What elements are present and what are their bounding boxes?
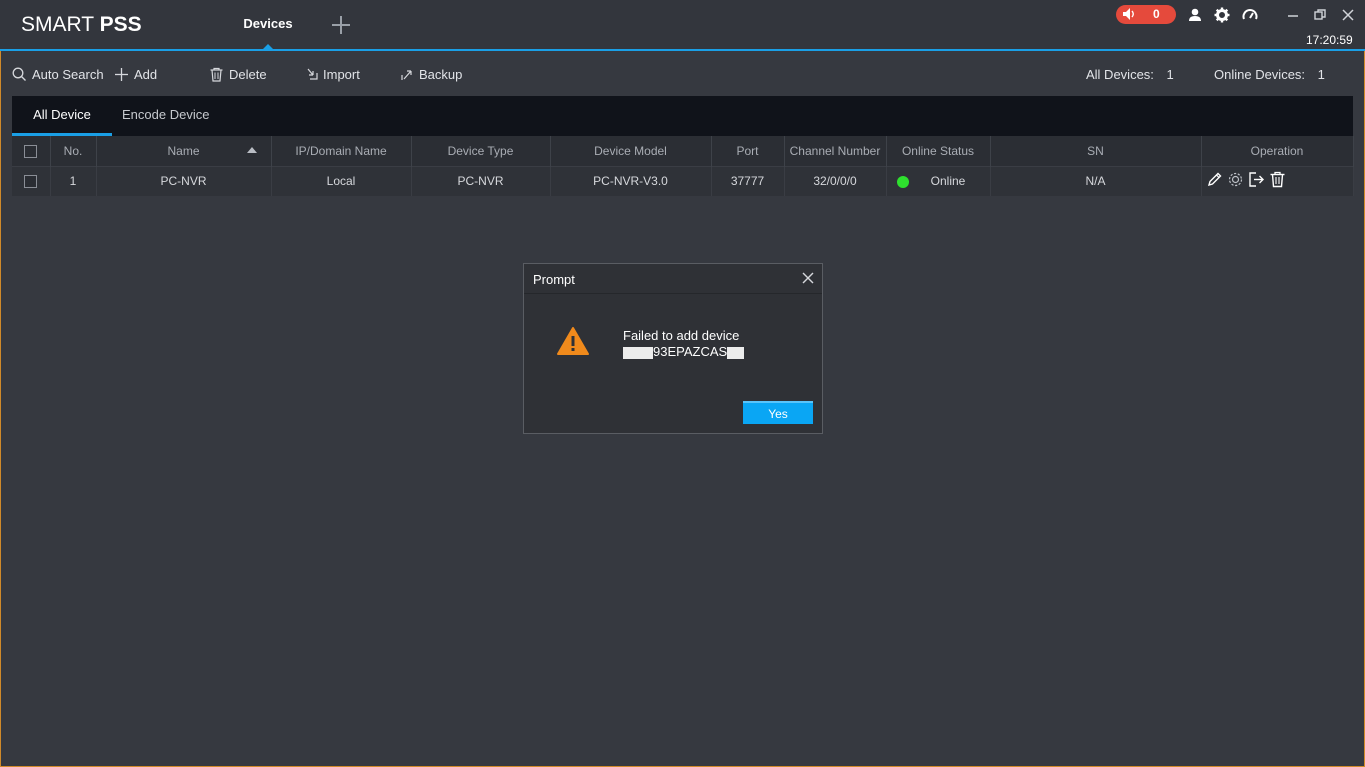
minimize-icon[interactable] (1285, 7, 1301, 23)
cell-ip: Local (271, 165, 412, 196)
user-icon[interactable] (1187, 7, 1203, 23)
toolbar: Auto Search Add Delete Import Backup All… (0, 53, 1365, 95)
dialog-title: Prompt (533, 272, 575, 287)
table-row[interactable]: 1 PC-NVR Local PC-NVR PC-NVR-V3.0 37777 … (12, 165, 1354, 196)
backup-button[interactable]: Backup (400, 66, 466, 84)
device-id-visible: 93EPAZCAS (653, 344, 728, 359)
all-devices-count: 1 (1166, 67, 1174, 82)
header-device-model[interactable]: Device Model (550, 136, 712, 166)
dialog-message: Failed to add device 93EPAZCAS (623, 328, 745, 360)
header-device-type[interactable]: Device Type (411, 136, 551, 166)
clock: 17:20:59 (1306, 33, 1353, 47)
warning-icon (557, 327, 589, 355)
dialog-header: Prompt (524, 264, 822, 294)
dialog-device-id: 93EPAZCAS (623, 344, 745, 360)
yes-button[interactable]: Yes (743, 401, 813, 424)
device-table: No. Name IP/Domain Name Device Type Devi… (12, 136, 1354, 196)
close-icon[interactable] (1340, 7, 1356, 23)
header-operation: Operation (1201, 136, 1354, 166)
cell-channel-number: 32/0/0/0 (784, 165, 887, 196)
select-all-checkbox[interactable] (24, 144, 38, 158)
all-devices-counter: All Devices: 1 (1086, 67, 1174, 82)
tab-devices[interactable]: Devices (228, 0, 308, 49)
tab-encode-device[interactable]: Encode Device (122, 96, 222, 136)
header-no[interactable]: No. (50, 136, 97, 166)
title-bar: SMART PSS Devices 0 17:20:59 (0, 0, 1365, 51)
active-tab-indicator (263, 44, 273, 49)
header-name-label: Name (167, 143, 200, 158)
delete-button[interactable]: Delete (209, 66, 269, 84)
cell-operation (1201, 165, 1354, 196)
alarm-button[interactable]: 0 (1116, 5, 1176, 24)
restore-icon[interactable] (1312, 7, 1328, 23)
header-channel-number[interactable]: Channel Number (784, 136, 887, 166)
redacted-block (623, 346, 653, 359)
device-config-gear-icon[interactable] (1227, 171, 1244, 188)
edit-pencil-icon[interactable] (1206, 171, 1223, 188)
cell-device-model: PC-NVR-V3.0 (550, 165, 712, 196)
speaker-icon (1123, 8, 1134, 20)
import-label: Import (323, 67, 360, 82)
cell-online-status: Online (886, 165, 991, 196)
tab-all-device[interactable]: All Device (12, 96, 112, 136)
cell-no: 1 (50, 165, 97, 196)
add-tab-button[interactable] (330, 14, 352, 36)
cell-port: 37777 (711, 165, 785, 196)
alarm-count: 0 (1153, 7, 1160, 21)
auto-search-label: Auto Search (32, 67, 104, 82)
select-all-cell[interactable] (12, 136, 51, 166)
dialog-close-icon[interactable] (802, 272, 814, 284)
import-icon (307, 68, 318, 80)
redacted-block (727, 346, 745, 359)
export-icon (401, 70, 412, 80)
header-sn[interactable]: SN (990, 136, 1202, 166)
delete-trash-icon[interactable] (1269, 171, 1286, 188)
online-status-dot (896, 175, 909, 188)
all-devices-label: All Devices: (1086, 67, 1154, 82)
operation-icons (1206, 171, 1286, 188)
row-select-cell[interactable] (12, 165, 51, 196)
logo-text-light: SMART (21, 13, 94, 36)
table-header-row: No. Name IP/Domain Name Device Type Devi… (12, 136, 1354, 166)
header-name[interactable]: Name (96, 136, 272, 166)
plus-icon (115, 68, 128, 81)
header-online-status[interactable]: Online Status (886, 136, 991, 166)
gear-icon[interactable] (1214, 7, 1230, 23)
logout-icon[interactable] (1248, 171, 1265, 188)
app-logo: SMART PSS (21, 13, 142, 37)
trash-icon (210, 67, 223, 82)
import-button[interactable]: Import (305, 66, 365, 84)
logo-text-bold: PSS (99, 13, 142, 36)
search-icon (12, 67, 26, 81)
auto-search-button[interactable]: Auto Search (12, 66, 107, 84)
dialog-message-text: Failed to add device (623, 328, 740, 343)
delete-label: Delete (229, 67, 267, 82)
online-devices-label: Online Devices: (1214, 67, 1306, 82)
cell-device-type: PC-NVR (411, 165, 551, 196)
backup-label: Backup (419, 67, 463, 82)
online-status-text: Online (930, 174, 966, 189)
add-label: Add (134, 67, 158, 82)
device-tabs: All Device Encode Device (12, 96, 1353, 136)
header-ip[interactable]: IP/Domain Name (271, 136, 412, 166)
cell-name: PC-NVR (96, 165, 272, 196)
add-button[interactable]: Add (114, 66, 164, 84)
device-panel: All Device Encode Device No. Name IP/Dom… (12, 96, 1354, 198)
performance-gauge-icon[interactable] (1242, 7, 1258, 23)
row-checkbox[interactable] (24, 175, 38, 189)
sort-ascending-icon (246, 147, 257, 153)
header-port[interactable]: Port (711, 136, 785, 166)
prompt-dialog: Prompt Failed to add device 93EPAZCAS Ye… (523, 263, 823, 434)
online-devices-count: 1 (1317, 67, 1325, 82)
online-devices-counter: Online Devices: 1 (1214, 67, 1325, 82)
cell-sn: N/A (990, 165, 1202, 196)
